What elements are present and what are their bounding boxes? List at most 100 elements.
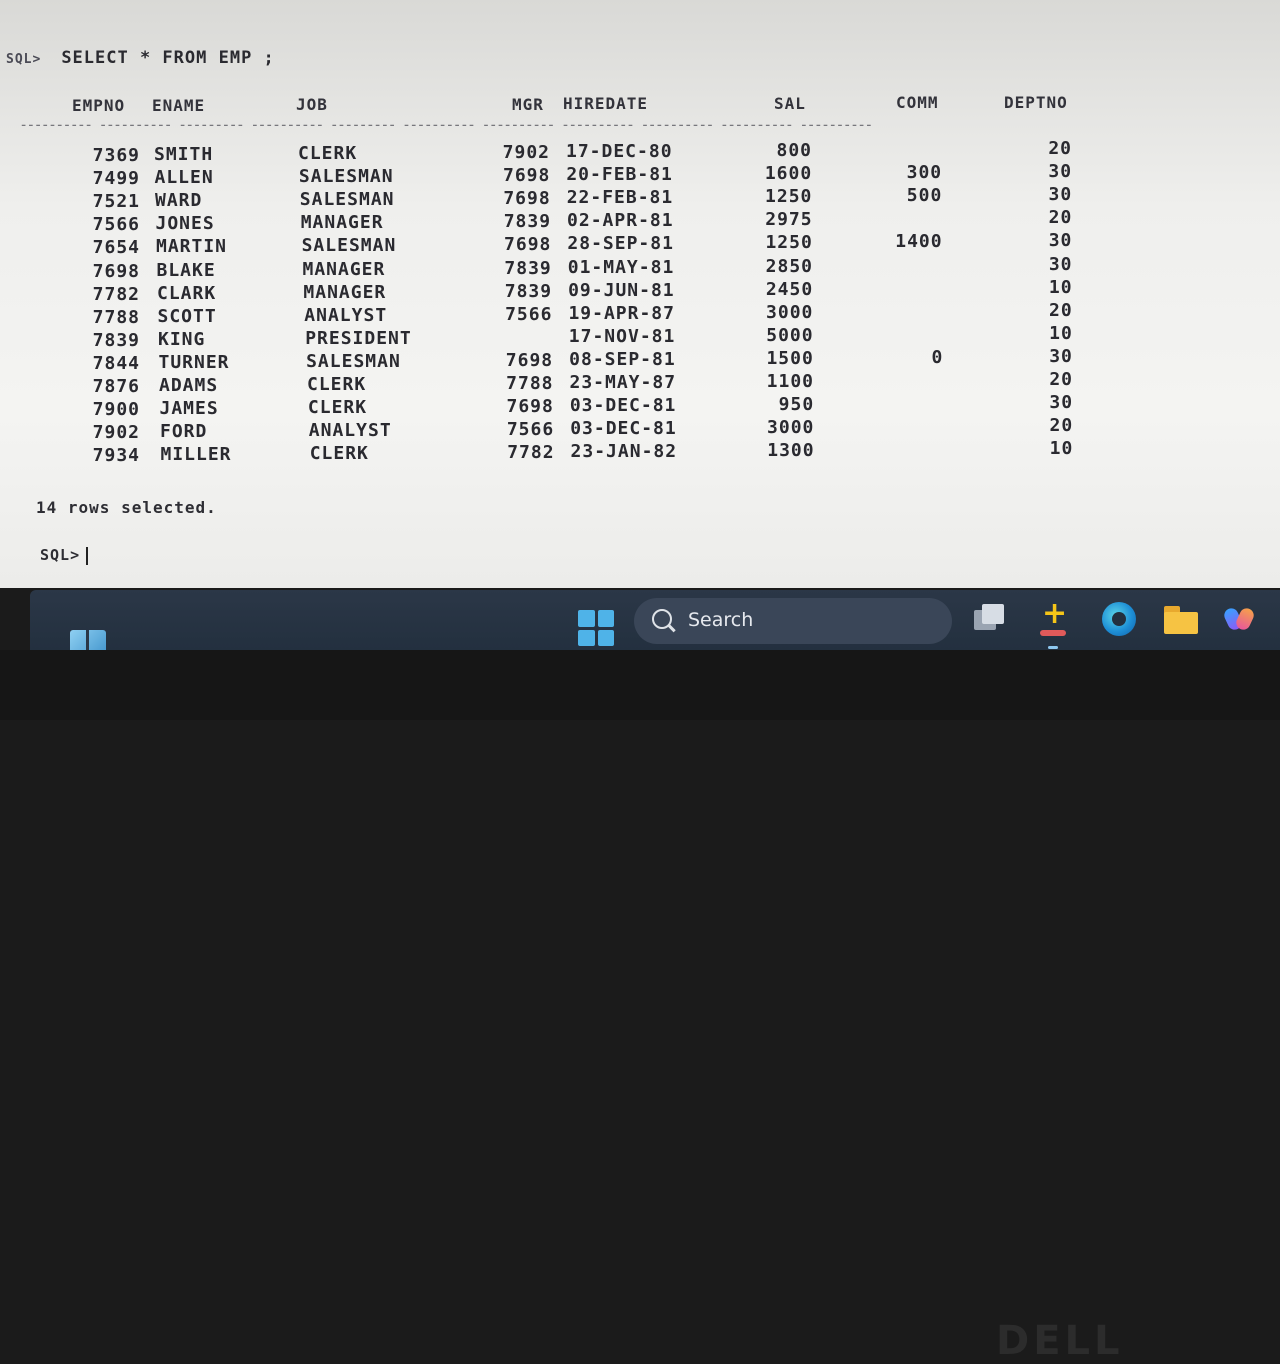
command-line: SQL> SELECT * FROM EMP ; — [6, 48, 275, 68]
cell-mgr: 7839 — [503, 211, 552, 233]
cell-sal: 1500 — [766, 347, 814, 369]
start-icon[interactable] — [578, 610, 614, 646]
cell-hiredate: 23-MAY-87 — [569, 372, 677, 393]
cell-comm: 300 — [906, 162, 943, 184]
taskbar-search[interactable]: Search — [634, 598, 952, 644]
cell-deptno: 20 — [1048, 207, 1073, 229]
column-header-empno: EMPNO — [72, 96, 126, 115]
cell-job: PRESIDENT — [305, 327, 412, 349]
cell-ename: WARD — [155, 190, 203, 212]
copilot-icon[interactable] — [1222, 602, 1256, 636]
column-header-ename: ENAME — [152, 95, 206, 115]
cell-sal: 3000 — [766, 301, 814, 323]
rows-selected-message: 14 rows selected. — [36, 498, 217, 517]
cell-sal: 1600 — [764, 163, 813, 185]
cell-job: ANALYST — [304, 304, 388, 326]
cell-empno: 7566 — [92, 214, 140, 236]
cell-empno: 7839 — [92, 329, 140, 351]
cell-hiredate: 03-DEC-81 — [570, 418, 677, 440]
cell-sal: 1250 — [765, 232, 813, 254]
cell-sal: 2850 — [765, 255, 813, 277]
cell-ename: SMITH — [154, 144, 214, 165]
cell-job: SALESMAN — [301, 235, 397, 257]
cell-ename: MARTIN — [156, 236, 228, 258]
cell-ename: CLARK — [157, 282, 217, 304]
cell-empno: 7499 — [92, 168, 140, 190]
cell-mgr: 7782 — [507, 442, 555, 464]
column-header-mgr: MGR — [512, 94, 544, 114]
cell-deptno: 30 — [1049, 345, 1073, 367]
cell-ename: TURNER — [158, 351, 230, 373]
cell-mgr: 7698 — [502, 165, 551, 187]
cell-deptno: 20 — [1048, 138, 1072, 159]
cell-hiredate: 23-JAN-82 — [570, 441, 678, 463]
cell-mgr: 7566 — [506, 419, 555, 441]
cell-empno: 7369 — [92, 145, 140, 166]
cell-hiredate: 09-JUN-81 — [568, 279, 675, 301]
cell-sal: 1100 — [766, 371, 814, 392]
cell-mgr: 7698 — [503, 188, 551, 210]
cell-job: MANAGER — [303, 281, 387, 303]
cell-sal: 5000 — [766, 324, 814, 346]
cell-empno: 7654 — [92, 237, 140, 259]
active-app-indicator — [1048, 646, 1058, 649]
table-row: 7934 MILLER CLERK 7782 23-JAN-82 1300 10 — [0, 438, 1280, 469]
cell-mgr: 7566 — [505, 303, 553, 325]
cell-hiredate: 20-FEB-81 — [566, 164, 673, 186]
cell-hiredate: 17-NOV-81 — [568, 325, 676, 347]
cell-mgr: 7788 — [506, 373, 554, 394]
cell-deptno: 10 — [1049, 438, 1074, 460]
cell-hiredate: 02-APR-81 — [567, 210, 674, 232]
cell-sal: 3000 — [767, 417, 815, 439]
cell-hiredate: 22-FEB-81 — [566, 187, 674, 209]
cell-sal: 1300 — [767, 440, 815, 462]
cell-empno: 7698 — [92, 260, 140, 282]
cell-deptno: 30 — [1048, 253, 1073, 275]
cell-sal: 2975 — [765, 209, 813, 231]
search-icon — [652, 609, 672, 629]
cell-ename: KING — [158, 328, 206, 350]
cell-sal: 800 — [776, 140, 812, 161]
cell-empno: 7900 — [92, 399, 140, 421]
cell-ename: JONES — [155, 213, 215, 235]
cell-deptno: 30 — [1049, 392, 1074, 414]
cell-job: CLERK — [307, 397, 368, 419]
cell-empno: 7934 — [92, 445, 140, 467]
cell-ename: BLAKE — [156, 259, 216, 281]
dell-logo: DELL — [996, 1318, 1124, 1364]
cell-job: MANAGER — [300, 212, 384, 234]
cell-deptno: 30 — [1048, 230, 1073, 252]
cell-deptno: 30 — [1048, 161, 1073, 183]
cell-job: SALESMAN — [299, 189, 395, 211]
edge-icon[interactable] — [1102, 602, 1136, 636]
sqlplus-terminal[interactable]: SQL> SELECT * FROM EMP ; EMPNO ENAME JOB MGR… — [0, 0, 1280, 588]
cell-job: ANALYST — [308, 420, 392, 442]
cell-hiredate: 17-DEC-80 — [566, 141, 673, 162]
column-header-sal: SAL — [774, 93, 806, 113]
cell-hiredate: 01-MAY-81 — [567, 256, 675, 278]
active-prompt[interactable]: SQL> — [40, 546, 89, 565]
search-label: Search — [688, 609, 754, 631]
cell-mgr: 7698 — [505, 349, 554, 371]
cell-hiredate: 03-DEC-81 — [569, 395, 677, 417]
cell-comm: 500 — [906, 185, 943, 207]
cell-deptno: 20 — [1049, 369, 1073, 390]
cell-ename: MILLER — [160, 444, 232, 466]
cell-job: CLERK — [298, 143, 358, 164]
header-separator: ---------- ---------- --------- --------… — [20, 118, 873, 126]
text-cursor — [86, 546, 89, 565]
file-explorer-icon[interactable] — [1164, 602, 1198, 636]
cell-sal: 2450 — [765, 278, 814, 300]
task-view-icon[interactable] — [970, 602, 1004, 636]
sql-developer-icon[interactable] — [1036, 596, 1070, 636]
cell-job: SALESMAN — [306, 350, 401, 372]
cell-deptno: 20 — [1049, 299, 1073, 321]
column-header-deptno: DEPTNO — [1004, 92, 1068, 112]
cell-job: CLERK — [307, 374, 367, 395]
cell-hiredate: 28-SEP-81 — [567, 233, 674, 255]
cell-sal: 950 — [778, 394, 815, 416]
cell-sal: 1250 — [765, 186, 813, 208]
cell-job: CLERK — [309, 443, 369, 465]
cell-ename: SCOTT — [157, 305, 217, 327]
cell-empno: 7844 — [92, 352, 140, 374]
